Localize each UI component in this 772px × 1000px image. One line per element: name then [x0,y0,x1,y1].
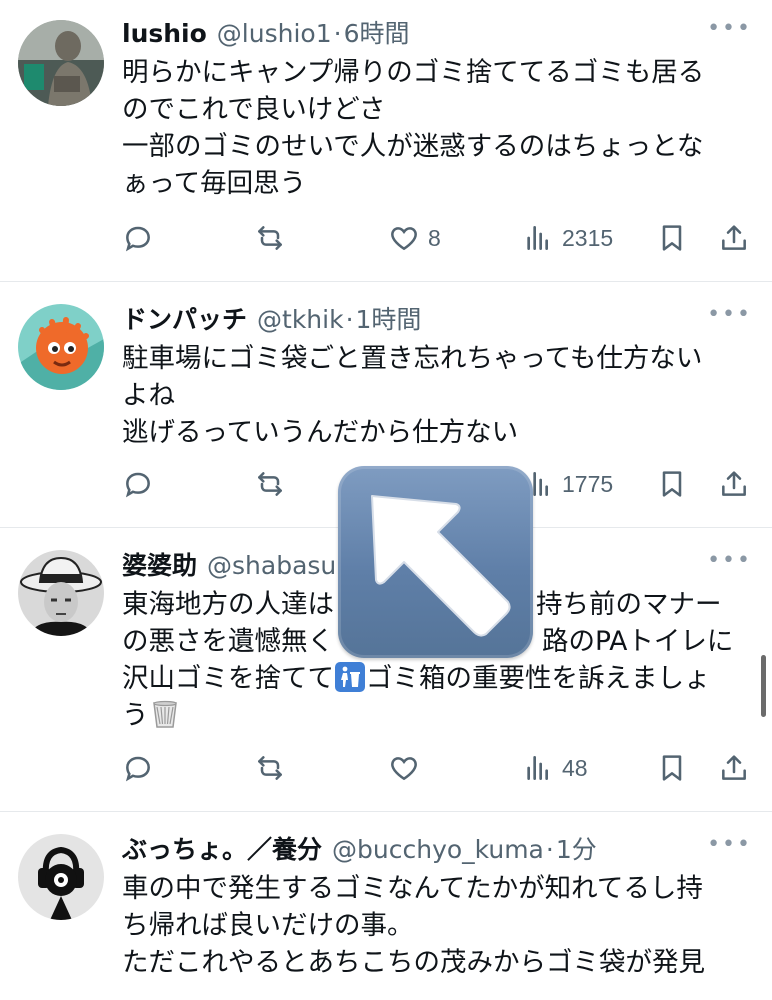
views-button[interactable]: 1775 [522,464,613,504]
separator-dot: · [345,305,354,334]
bookmark-icon [662,471,682,497]
reply-icon [125,756,150,782]
post-text-line: のでこれで良いけどさ [122,94,386,125]
author-handle[interactable]: @lushio1 [217,14,332,54]
views-button[interactable]: 2315 [522,218,613,258]
avatar[interactable] [18,20,104,106]
repost-button[interactable] [254,748,286,788]
post-text-line: ち帰れば良いだけの事。 [122,910,414,941]
avatar[interactable] [18,834,104,920]
post-text-line: 逃げるっていうんだから仕方ない [122,417,519,448]
author-name[interactable]: 婆婆助 [122,546,197,586]
post-text-line: よね [122,380,175,411]
repost-icon [258,472,282,496]
author-name[interactable]: lushio [122,14,207,54]
bookmark-button[interactable] [656,748,688,788]
share-button[interactable] [718,464,750,504]
post-text-line: ただこれやるとあちこちの茂みからゴミ袋が発見 [122,947,705,978]
views-icon [527,226,548,250]
author-handle[interactable]: @tkhik [257,300,344,340]
avatar[interactable] [18,304,104,390]
share-icon [722,755,746,780]
share-button[interactable] [718,218,750,258]
heart-icon [391,757,417,781]
action-bar: 8 2315 [0,218,772,258]
reply-button[interactable] [122,464,154,504]
bookmark-button[interactable] [656,464,688,504]
repost-icon [258,756,282,780]
post-text: 明らかにキャンプ帰りのゴミ捨ててるゴミも居る のでこれで良いけどさ 一部のゴミの… [122,54,742,202]
heart-icon [391,227,417,251]
action-bar: 48 [0,748,772,788]
post-text-line: 明らかにキャンプ帰りのゴミ捨ててるゴミも居る [122,57,705,88]
post-text-line: 車の中で発生するゴミなんてたかが知れてるし持 [122,873,703,904]
post-time[interactable]: 1分 [556,830,597,870]
post-text-fragment: 沢山ゴミを捨てて [122,663,334,694]
post-time[interactable]: 1時間 [356,300,422,340]
separator-dot: · [545,835,554,864]
bookmark-button[interactable] [656,218,688,258]
post-text: 車の中で発生するゴミなんてたかが知れてるし持 ち帰れば良いだけの事。 ただこれや… [122,870,742,981]
bookmark-icon [662,225,682,251]
more-options-button[interactable]: ••• [707,302,752,327]
author-name[interactable]: ドンパッチ [122,300,247,340]
like-button[interactable] [388,748,420,788]
arrow-up-left-icon [371,495,511,637]
avatar[interactable] [18,550,104,636]
repost-icon [258,226,282,250]
arrow-up-left-overlay [338,466,533,658]
post-text-fragment: の悪さを遺憾無く [122,626,334,657]
post-text-fragment: ゴミ箱の重要性を訴えましょ [366,663,711,694]
author-handle[interactable]: @shabasu [207,546,336,586]
share-button[interactable] [718,748,750,788]
like-count: 8 [428,224,441,251]
like-button[interactable]: 8 [388,218,441,258]
reply-button[interactable] [122,218,154,258]
repost-button[interactable] [254,464,286,504]
more-options-button[interactable]: ••• [707,832,752,857]
more-options-button[interactable]: ••• [707,548,752,573]
post-text-fragment: う [122,700,149,731]
scrollbar[interactable] [761,655,766,717]
share-icon [722,471,746,496]
view-count: 48 [562,754,588,781]
bookmark-icon [662,755,682,781]
post-time[interactable]: 6時間 [344,14,410,54]
put-litter-in-its-place-icon [335,662,365,692]
repost-button[interactable] [254,218,286,258]
share-icon [722,225,746,250]
wastebasket-icon [152,700,177,728]
more-options-button[interactable]: ••• [707,16,752,41]
post-bucchyo[interactable]: ぶっちょ。／養分 @bucchyo_kuma · 1分 ••• 車の中で発生する… [0,812,772,1000]
reply-icon [125,226,150,252]
view-count: 1775 [562,470,614,497]
separator-dot: · [333,19,342,48]
post-text-fragment: 持ち前のマナー [536,589,722,620]
views-icon [527,756,548,780]
reply-button[interactable] [122,748,154,788]
post-text-fragment: 東海地方の人達は [122,589,334,620]
views-button[interactable]: 48 [522,748,588,788]
post-text-line: ぁって毎回思う [122,168,307,199]
post-lushio[interactable]: lushio @lushio1 · 6時間 ••• 明らかにキャンプ帰りのゴミ捨… [0,0,772,282]
post-text-line: 駐車場にゴミ袋ごと置き忘れちゃっても仕方ない [122,343,703,374]
author-name[interactable]: ぶっちょ。／養分 [122,830,322,870]
post-text: 駐車場にゴミ袋ごと置き忘れちゃっても仕方ない よね 逃げるっていうんだから仕方な… [122,340,742,451]
post-text-line: 一部のゴミのせいで人が迷惑するのはちょっとな [122,131,704,162]
author-handle[interactable]: @bucchyo_kuma [332,830,544,870]
view-count: 2315 [562,224,614,251]
post-text-fragment: 路のPAトイレに [542,626,734,657]
reply-icon [125,472,150,498]
